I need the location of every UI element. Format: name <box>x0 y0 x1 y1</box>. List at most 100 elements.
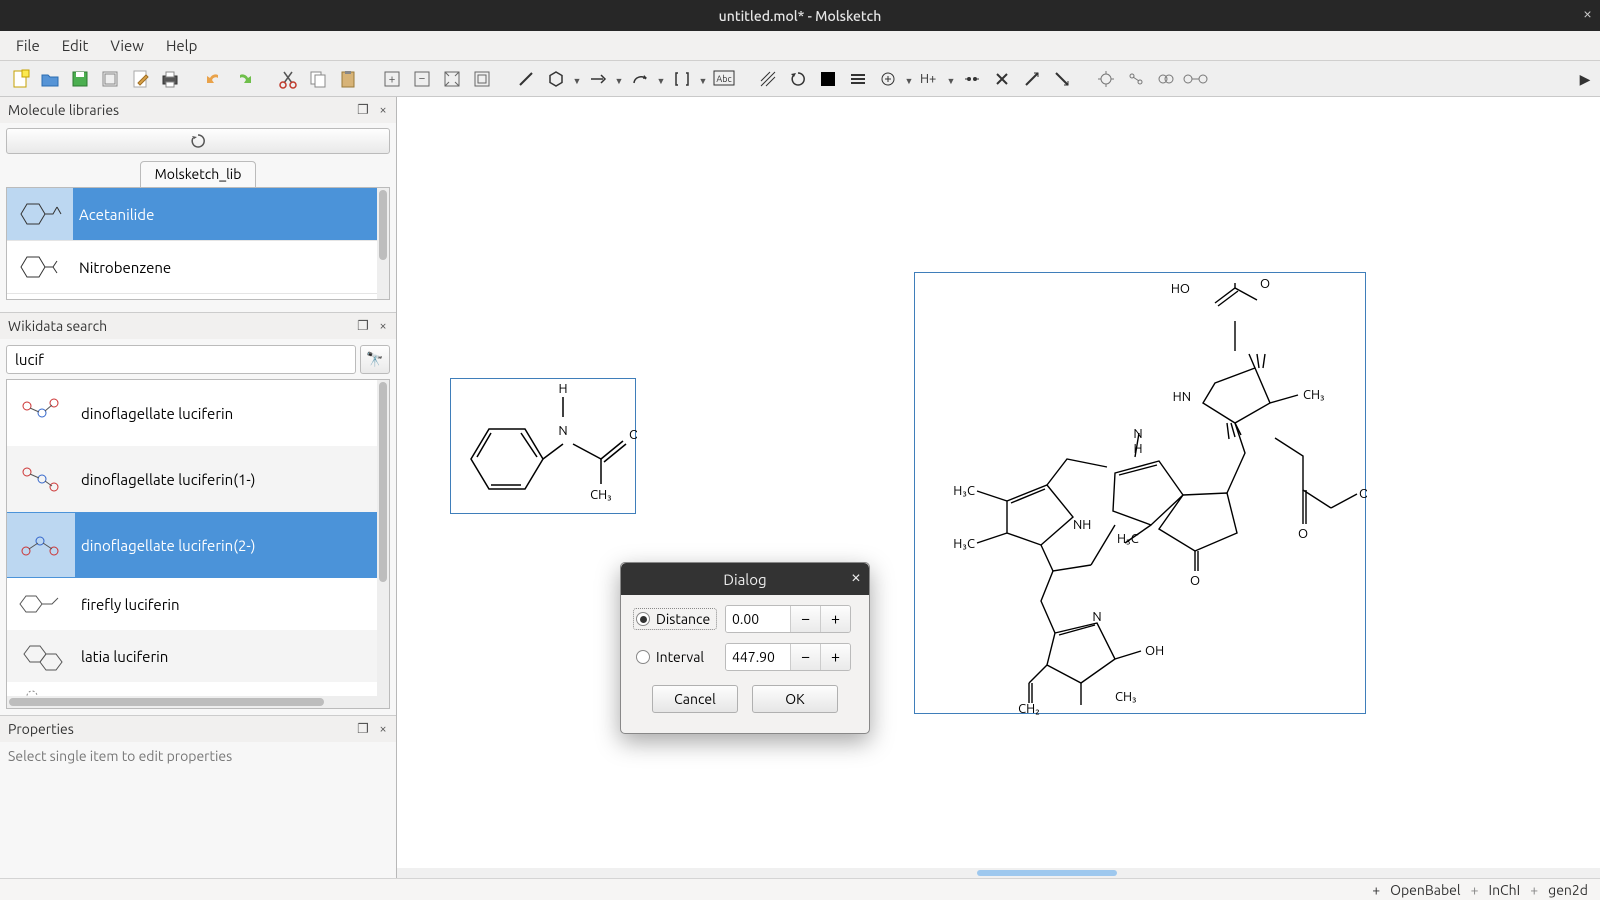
wikidata-search-input[interactable] <box>6 345 356 374</box>
explicit-h-tool-icon[interactable] <box>1182 65 1210 93</box>
redo-icon[interactable] <box>230 65 258 93</box>
draw-tool-icon[interactable] <box>512 65 540 93</box>
wikidata-result-item[interactable]: dinoflagellate luciferin(1-) <box>7 446 389 512</box>
interval-decrement-button[interactable]: − <box>790 644 820 670</box>
radio-icon <box>636 650 650 664</box>
scrollbar-vertical[interactable] <box>377 188 389 299</box>
edit-icon[interactable] <box>126 65 154 93</box>
zoom-reset-icon[interactable] <box>468 65 496 93</box>
bracket-tool-icon[interactable] <box>668 65 696 93</box>
wikidata-result-item[interactable]: dinoflagellate luciferin(2-) <box>7 512 389 578</box>
dialog-spacing: Dialog × Distance − + Interval − + <box>620 562 870 734</box>
wikidata-result-label: latia luciferin <box>75 648 168 665</box>
mirror-tool-icon[interactable] <box>1048 65 1076 93</box>
interval-input[interactable] <box>726 644 790 670</box>
rotate-tool-icon[interactable] <box>784 65 812 93</box>
line-style-icon[interactable] <box>844 65 872 93</box>
zoom-out-icon[interactable]: − <box>408 65 436 93</box>
library-item-nitrobenzene[interactable]: Nitrobenzene <box>7 241 389 294</box>
save-as-icon[interactable] <box>96 65 124 93</box>
ring-tool-icon[interactable] <box>1152 65 1180 93</box>
hydrogen-tool-icon[interactable]: H+ <box>916 65 944 93</box>
arrow-tool-icon[interactable] <box>584 65 612 93</box>
interval-increment-button[interactable]: + <box>820 644 850 670</box>
newman-tool-icon[interactable] <box>1092 65 1120 93</box>
hydrogen-dropdown-icon[interactable]: ▼ <box>946 72 956 86</box>
sidebar: Molecule libraries ❐ × Molsketch_lib Ace… <box>0 97 397 878</box>
dialog-titlebar[interactable]: Dialog × <box>621 563 869 595</box>
text-label-tool-icon[interactable]: Abc <box>710 65 738 93</box>
chain-tool-icon[interactable] <box>1122 65 1150 93</box>
menu-view[interactable]: View <box>100 33 154 58</box>
cut-icon[interactable] <box>274 65 302 93</box>
drawing-canvas[interactable]: H N O CH₃ <box>397 97 1600 878</box>
panel-wikidata-search: Wikidata search ❐ × 🔭 dinoflagellate luc… <box>0 313 396 716</box>
toolbar-overflow-icon[interactable]: ▶ <box>1576 67 1594 91</box>
dialog-close-icon[interactable]: × <box>851 567 861 587</box>
canvas-scrollbar-horizontal[interactable] <box>397 868 1600 878</box>
charge-tool-icon[interactable] <box>874 65 902 93</box>
atom-label: O <box>1190 574 1200 588</box>
copy-icon[interactable] <box>304 65 332 93</box>
wikidata-result-label: dinoflagellate luciferin(2-) <box>75 537 255 554</box>
refresh-libraries-button[interactable] <box>6 128 390 154</box>
atom-label: H₃C <box>953 537 975 551</box>
panel-undock-icon[interactable]: ❐ <box>354 720 372 738</box>
distance-input[interactable] <box>726 606 790 632</box>
atom-label: H₃C <box>953 484 975 498</box>
curved-arrow-tool-icon[interactable] <box>626 65 654 93</box>
cancel-button[interactable]: Cancel <box>652 685 738 713</box>
menu-help[interactable]: Help <box>156 33 207 58</box>
new-file-icon[interactable] <box>6 65 34 93</box>
charge-dropdown-icon[interactable]: ▼ <box>904 72 914 86</box>
panel-close-icon[interactable]: × <box>374 317 392 335</box>
menu-file[interactable]: File <box>6 33 50 58</box>
window-close-icon[interactable]: × <box>1583 5 1592 23</box>
status-item: OpenBabel <box>1390 882 1460 898</box>
print-icon[interactable] <box>156 65 184 93</box>
zoom-in-icon[interactable]: + <box>378 65 406 93</box>
panel-undock-icon[interactable]: ❐ <box>354 101 372 119</box>
wikidata-result-item[interactable]: firefly luciferin <box>7 578 389 630</box>
curved-arrow-dropdown-icon[interactable]: ▼ <box>656 72 666 86</box>
panel-title: Molecule libraries <box>8 102 119 118</box>
delete-atom-icon[interactable] <box>988 65 1016 93</box>
scrollbar-vertical[interactable] <box>377 380 389 708</box>
wikidata-search-button[interactable]: 🔭 <box>360 345 390 374</box>
undo-icon[interactable] <box>200 65 228 93</box>
distance-increment-button[interactable]: + <box>820 606 850 632</box>
lone-pair-tool-icon[interactable] <box>958 65 986 93</box>
library-item-acetanilide[interactable]: Acetanilide <box>7 188 389 241</box>
radio-interval[interactable]: Interval <box>633 646 717 668</box>
scrollbar-horizontal[interactable] <box>7 696 377 708</box>
arrow-dropdown-icon[interactable]: ▼ <box>614 72 624 86</box>
atom-label: H <box>558 382 567 396</box>
menu-edit[interactable]: Edit <box>52 33 99 58</box>
zoom-fit-icon[interactable] <box>438 65 466 93</box>
wikidata-result-item[interactable]: dinoflagellate luciferin <box>7 380 389 446</box>
save-file-icon[interactable] <box>66 65 94 93</box>
hexagon-dropdown-icon[interactable]: ▼ <box>572 72 582 86</box>
panel-close-icon[interactable]: × <box>374 720 392 738</box>
tab-molsketch-lib[interactable]: Molsketch_lib <box>140 161 257 187</box>
panel-header-molecule-libraries: Molecule libraries ❐ × <box>0 97 396 123</box>
panel-undock-icon[interactable]: ❐ <box>354 317 372 335</box>
distance-decrement-button[interactable]: − <box>790 606 820 632</box>
hexagon-tool-icon[interactable] <box>542 65 570 93</box>
molecule-structure-large: HO O CH₃ HN N H H₃C H₃C NH H₃C O O OH N … <box>915 273 1367 715</box>
panel-properties: Properties ❐ × Select single item to edi… <box>0 716 396 878</box>
open-file-icon[interactable] <box>36 65 64 93</box>
radio-distance[interactable]: Distance <box>633 608 717 630</box>
ok-button[interactable]: OK <box>752 685 838 713</box>
atom-label: O <box>1298 527 1308 541</box>
color-swatch-icon[interactable] <box>814 65 842 93</box>
bracket-dropdown-icon[interactable]: ▼ <box>698 72 708 86</box>
menubar: File Edit View Help <box>0 31 1600 61</box>
hatch-tool-icon[interactable] <box>754 65 782 93</box>
paste-icon[interactable] <box>334 65 362 93</box>
align-tool-icon[interactable] <box>1018 65 1046 93</box>
panel-close-icon[interactable]: × <box>374 101 392 119</box>
atom-label: O <box>629 428 637 442</box>
binoculars-icon: 🔭 <box>366 351 383 368</box>
atom-label: CH₃ <box>1115 690 1137 704</box>
